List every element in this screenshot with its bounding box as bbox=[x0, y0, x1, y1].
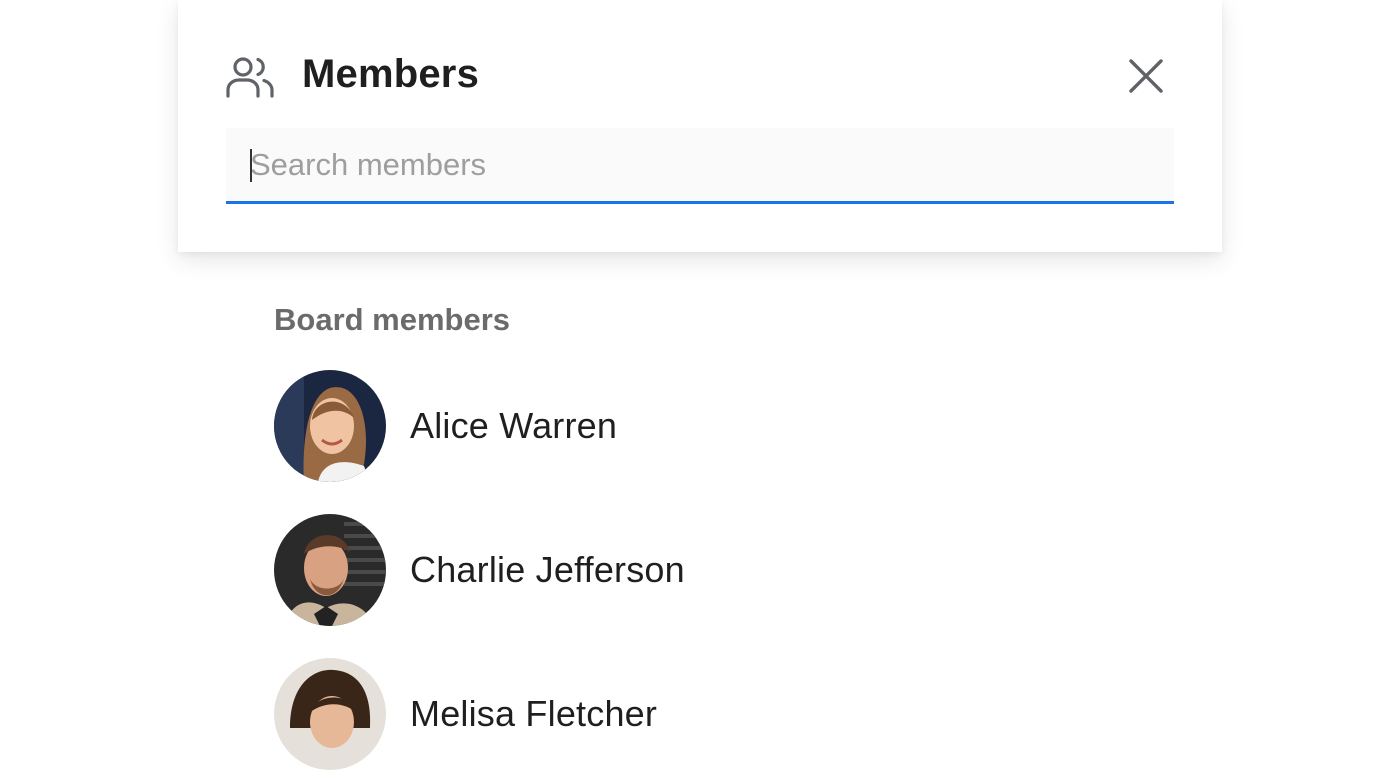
avatar bbox=[274, 658, 386, 770]
member-row-alice-warren[interactable]: Alice Warren bbox=[274, 370, 1174, 482]
member-row-melisa-fletcher[interactable]: Melisa Fletcher bbox=[274, 658, 1174, 770]
close-button[interactable] bbox=[1126, 56, 1166, 96]
avatar bbox=[274, 370, 386, 482]
avatar bbox=[274, 514, 386, 626]
section-heading-board-members: Board members bbox=[274, 302, 511, 337]
search-field[interactable] bbox=[226, 128, 1174, 204]
members-icon bbox=[226, 57, 274, 98]
member-row-charlie-jefferson[interactable]: Charlie Jefferson bbox=[274, 514, 1174, 626]
close-icon bbox=[1129, 59, 1163, 93]
member-name: Alice Warren bbox=[410, 405, 618, 446]
member-name: Melisa Fletcher bbox=[410, 693, 658, 734]
avatar-alice-warren-image bbox=[274, 370, 386, 482]
search-input[interactable] bbox=[226, 128, 1174, 201]
member-name: Charlie Jefferson bbox=[410, 549, 685, 590]
text-caret bbox=[250, 149, 252, 182]
members-panel-header: Members bbox=[178, 0, 1222, 252]
avatar-melisa-fletcher-image bbox=[274, 658, 386, 770]
panel-title: Members bbox=[302, 52, 480, 96]
avatar-charlie-jefferson-image bbox=[274, 514, 386, 626]
